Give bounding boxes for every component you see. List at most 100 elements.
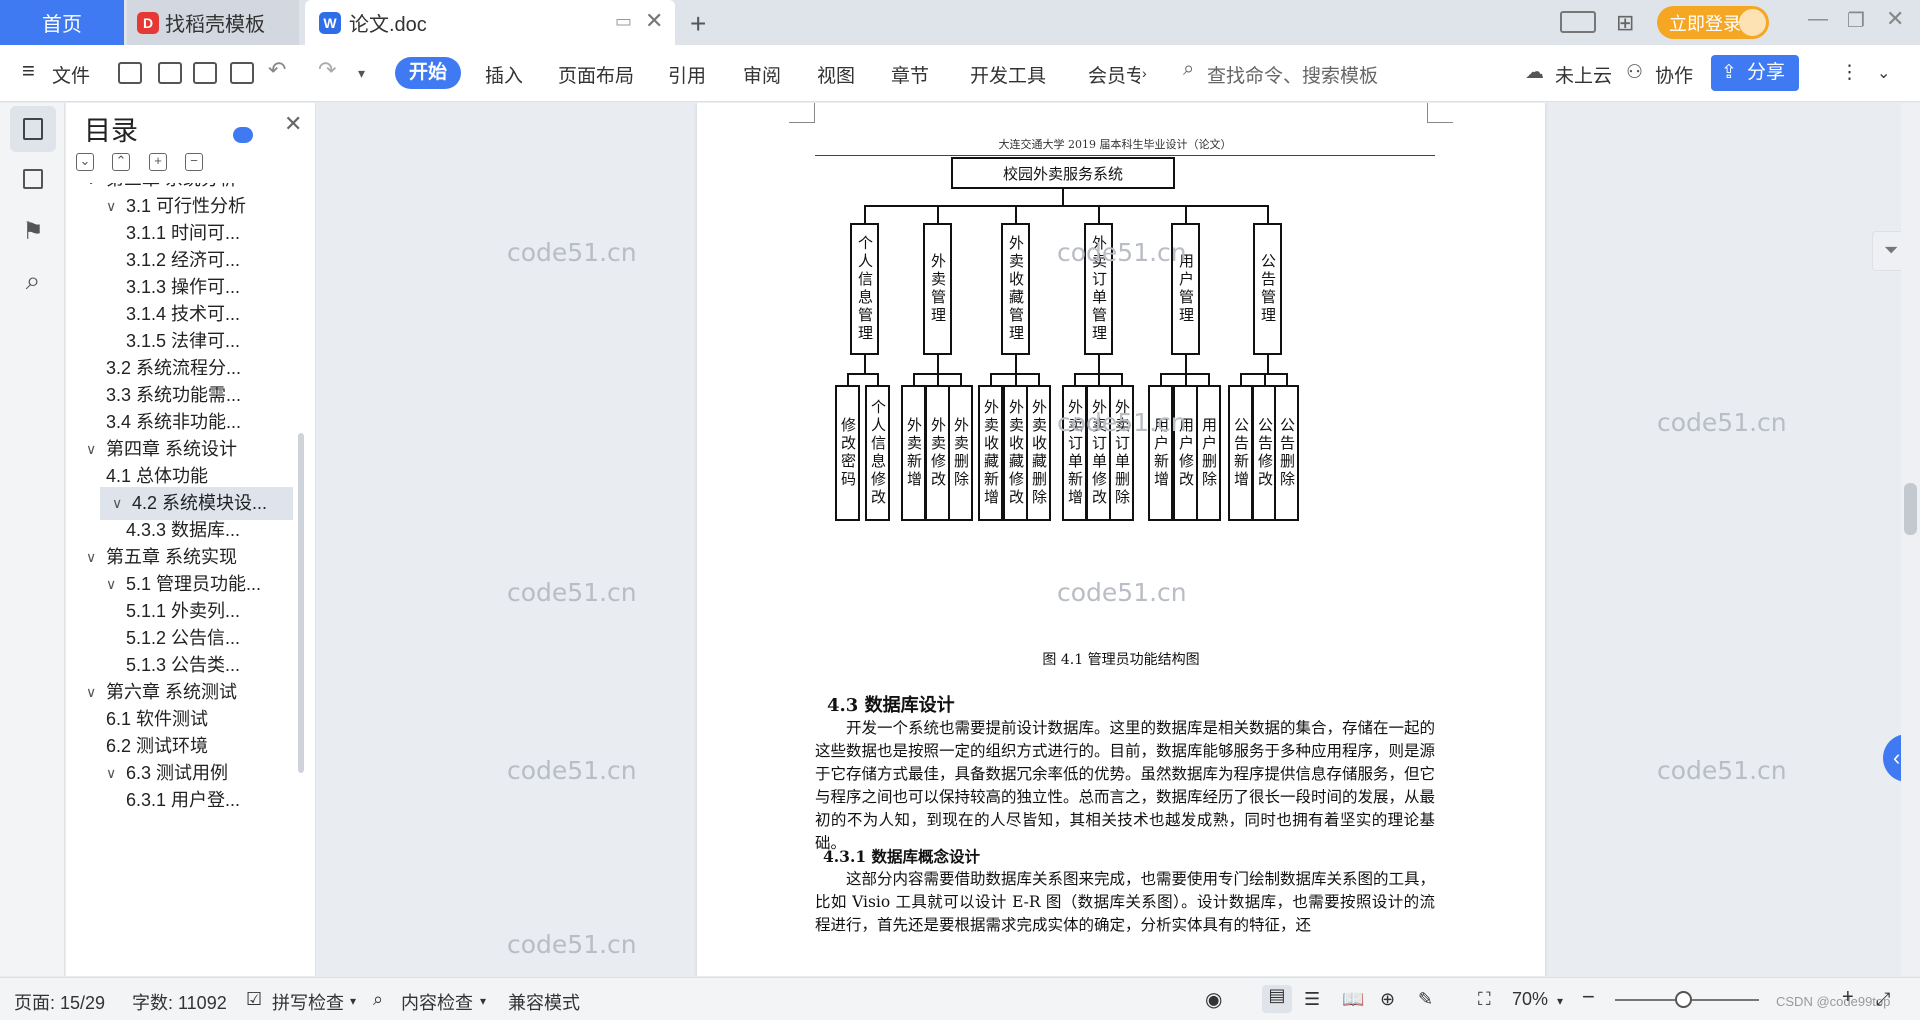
toc-expand-arrow-icon[interactable]: ∨ (86, 441, 96, 458)
content-check-dropdown-icon[interactable]: ▾ (480, 994, 486, 1008)
toc-panel: 目录 ✕ ⌄ ⌃ + − ∨第三章 系统分析∨3.1 可行性分析3.1.1 时间… (66, 103, 316, 976)
toc-expand-arrow-icon[interactable]: ∨ (86, 549, 96, 566)
zoom-level[interactable]: 70% (1512, 989, 1548, 1010)
login-button[interactable]: 立即登录 (1657, 6, 1769, 39)
diagram-connector (1240, 373, 1242, 385)
toc-add-icon[interactable]: + (149, 153, 167, 171)
tab-document[interactable]: W 论文.doc ▭ ✕ (305, 0, 675, 45)
title-tab-bar: 首页 D 找稻壳模板 W 论文.doc ▭ ✕ + ⊞ 立即登录 — ❐ ✕ (0, 0, 1920, 45)
watermark: code51.cn (507, 578, 637, 607)
bookmark-icon[interactable]: ⚑ (10, 208, 56, 254)
watermark: code51.cn (507, 238, 637, 267)
more-options-icon[interactable]: ⋮ (1840, 61, 1859, 84)
menu-tab-start[interactable]: 开始 (395, 57, 461, 89)
menu-tab-page-layout[interactable]: 页面布局 (558, 61, 634, 88)
tab-daoke-templates[interactable]: D 找稻壳模板 (127, 0, 299, 45)
menu-more-chevron-icon[interactable]: › (1142, 65, 1147, 81)
apps-grid-icon[interactable]: ⊞ (1616, 10, 1634, 36)
quick-access-dropdown-icon[interactable]: ▾ (358, 65, 365, 82)
document-page: 大连交通大学 2019 届本科生毕业设计（论文） 图 4.1 管理员功能结构图 … (697, 103, 1545, 976)
export-icon[interactable] (158, 62, 182, 84)
share-button[interactable]: ⇪ 分享 (1711, 55, 1799, 91)
window-close-icon[interactable]: ✕ (1886, 6, 1904, 32)
toc-ai-icon[interactable] (233, 127, 253, 143)
menu-tab-review[interactable]: 审阅 (743, 61, 781, 88)
redo-icon[interactable]: ↷ (318, 57, 336, 83)
page-indicator[interactable]: 页面: 15/29 (14, 989, 105, 1015)
menu-tab-insert[interactable]: 插入 (485, 61, 523, 88)
eye-protect-icon[interactable]: ◉ (1205, 987, 1222, 1012)
toc-scrollbar[interactable] (298, 433, 304, 773)
content-check-button[interactable]: 内容检查 (401, 989, 473, 1015)
menu-tab-view[interactable]: 视图 (817, 61, 855, 88)
tab-close-icon[interactable]: ✕ (645, 8, 663, 34)
menu-tab-chapter[interactable]: 章节 (891, 61, 929, 88)
toc-expand-arrow-icon[interactable]: ∨ (106, 198, 116, 215)
reading-view-icon[interactable]: 📖 (1342, 989, 1364, 1010)
toc-collapse-icon[interactable]: ⌄ (76, 153, 94, 171)
toc-expand-arrow-icon[interactable]: ∨ (106, 576, 116, 593)
layout-icon[interactable] (1560, 11, 1596, 33)
spellcheck-dropdown-icon[interactable]: ▾ (350, 994, 356, 1008)
search-icon[interactable]: ⌕ (1183, 58, 1194, 81)
file-menu[interactable]: 文件 (52, 61, 90, 88)
toc-expand-icon[interactable]: ⌃ (112, 153, 130, 171)
diagram-connector (1267, 355, 1269, 373)
menu-tab-member[interactable]: 会员专 (1088, 61, 1140, 88)
zoom-out-icon[interactable]: − (1582, 984, 1595, 1010)
watermark: code51.cn (1057, 238, 1187, 267)
vertical-scrollbar[interactable] (1901, 103, 1920, 976)
diagram-connector (990, 373, 992, 385)
vertical-scrollbar-thumb[interactable] (1904, 483, 1917, 535)
toc-expand-arrow-icon[interactable]: ∨ (86, 684, 96, 701)
minimize-icon[interactable]: — (1808, 8, 1828, 31)
print-preview-icon[interactable] (230, 62, 254, 84)
hamburger-menu-icon[interactable]: ≡ (22, 58, 35, 84)
new-tab-plus-icon[interactable]: + (690, 8, 706, 40)
fullscreen-icon[interactable]: ⤢ (1876, 989, 1890, 1010)
command-search-input[interactable]: 查找命令、搜索模板 (1207, 61, 1378, 88)
diagram-connector (877, 373, 879, 385)
toc-expand-arrow-icon[interactable]: ∨ (86, 183, 96, 188)
menu-tab-developer[interactable]: 开发工具 (970, 61, 1046, 88)
restore-icon[interactable]: ❐ (1847, 8, 1865, 33)
toc-expand-arrow-icon[interactable]: ∨ (106, 765, 116, 782)
spellcheck-button[interactable]: 拼写检查 (272, 989, 344, 1015)
diagram-child-box: 外卖订单新增 (1062, 385, 1087, 521)
navigation-icon[interactable] (10, 156, 56, 202)
zoom-slider-handle[interactable] (1675, 991, 1692, 1008)
find-icon[interactable]: ⌕ (10, 258, 56, 304)
save-icon[interactable] (118, 62, 142, 84)
diagram-connector (1015, 355, 1017, 373)
zoom-dropdown-icon[interactable]: ▾ (1557, 994, 1563, 1008)
toc-expand-arrow-icon[interactable]: ∨ (112, 495, 122, 512)
zoom-in-icon[interactable]: + (1842, 986, 1854, 1009)
diagram-connector (937, 355, 939, 373)
cloud-status[interactable]: 未上云 (1555, 61, 1612, 88)
diagram-connector (1286, 373, 1288, 385)
fit-page-icon[interactable]: ⛶ (1478, 989, 1491, 1010)
running-header: 大连交通大学 2019 届本科生毕业设计（论文） (998, 138, 1232, 151)
web-view-icon[interactable]: ⊕ (1380, 989, 1395, 1010)
toc-item[interactable]: 6.3.1 用户登... (126, 784, 240, 817)
document-area: 大连交通大学 2019 届本科生毕业设计（论文） 图 4.1 管理员功能结构图 … (317, 103, 1920, 976)
toc-close-icon[interactable]: ✕ (284, 111, 302, 137)
word-count[interactable]: 字数: 11092 (132, 989, 227, 1015)
diagram-child-box: 公告删除 (1274, 385, 1299, 521)
undo-icon[interactable]: ↶ (268, 57, 286, 83)
toc-remove-icon[interactable]: − (185, 153, 203, 171)
tab-home[interactable]: 首页 (0, 0, 124, 45)
menu-tab-references[interactable]: 引用 (668, 61, 706, 88)
wps-writer-icon: W (319, 11, 341, 34)
page-view-icon[interactable]: ▤ (1262, 985, 1292, 1013)
collab-button[interactable]: 协作 (1655, 61, 1693, 88)
diagram-connector (1160, 373, 1162, 385)
watermark: code51.cn (507, 930, 637, 959)
collapse-ribbon-icon[interactable]: ⌄ (1877, 63, 1890, 83)
toc-panel-icon[interactable] (10, 106, 56, 152)
print-icon[interactable] (193, 62, 217, 84)
outline-view-icon[interactable]: ☰ (1304, 989, 1320, 1010)
write-mode-icon[interactable]: ✎ (1418, 989, 1433, 1010)
diagram-child-box: 用户修改 (1173, 385, 1198, 521)
tab-pin-icon[interactable]: ▭ (615, 11, 632, 32)
